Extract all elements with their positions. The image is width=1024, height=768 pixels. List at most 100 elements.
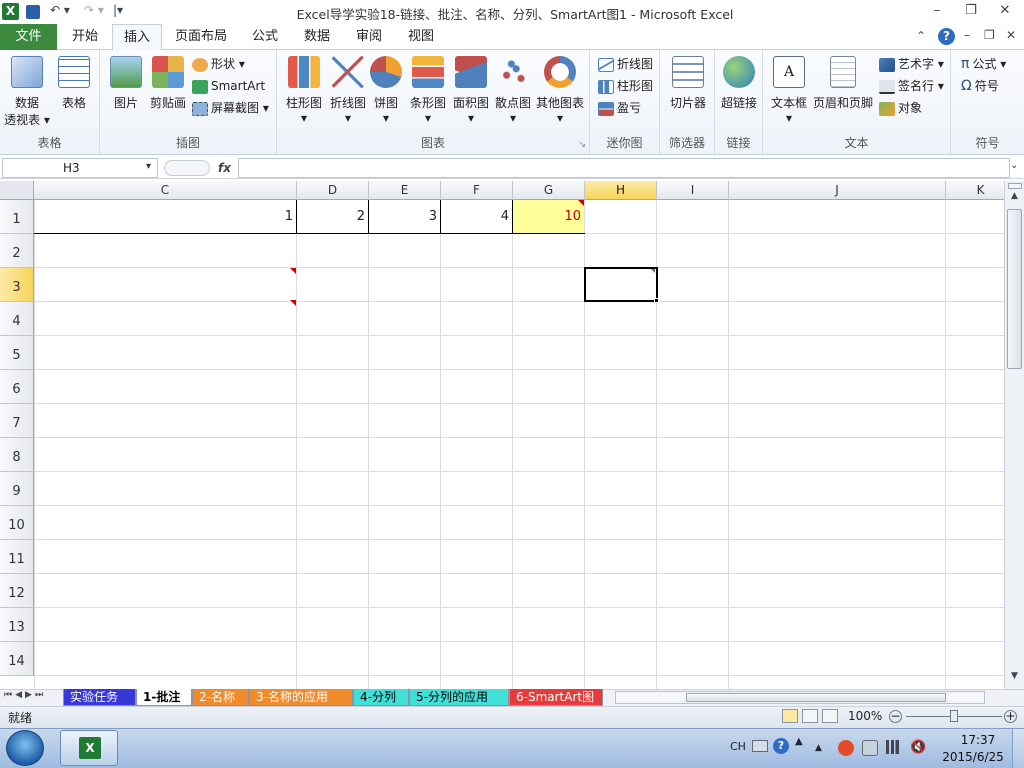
comment-indicator-icon[interactable] (290, 300, 296, 306)
other-charts-button[interactable]: 其他图表 ▾ (533, 54, 587, 125)
dialog-launcher-icon[interactable]: ↘ (578, 140, 586, 150)
column-header-j[interactable]: J (729, 181, 946, 200)
area-chart-button[interactable]: 面积图 ▾ (449, 54, 493, 125)
column-header-g[interactable]: G (513, 181, 585, 200)
column-header-d[interactable]: D (297, 181, 369, 200)
help-icon[interactable]: ? (938, 28, 955, 45)
sheet-tab-5[interactable]: 4-分列 (353, 689, 409, 706)
comment-indicator-icon[interactable] (578, 200, 584, 206)
page-break-view-icon[interactable] (822, 709, 838, 723)
network-tray-icon[interactable] (862, 740, 878, 756)
sheet-nav-icons[interactable]: ⏮◀▶⏭ (4, 690, 46, 700)
cell-d1[interactable]: 2 (297, 200, 368, 233)
row-header-6[interactable]: 6 (0, 370, 34, 404)
clipart-button[interactable]: 剪贴画 (146, 54, 190, 111)
undo-button[interactable]: ↶ ▾ (50, 3, 70, 21)
sheet-tab-4[interactable]: 3-名称的应用 (249, 689, 353, 706)
doc-restore-button[interactable]: ❐ (984, 28, 995, 42)
help-tray-icon[interactable]: ? (773, 738, 789, 754)
select-all-corner[interactable] (0, 181, 34, 200)
pie-chart-button[interactable]: 饼图 ▾ (367, 54, 405, 125)
worksheet-grid[interactable]: C D E F G H I J K 1 2 3 4 5 6 7 8 9 10 1… (0, 181, 1004, 689)
name-box-dropdown-icon[interactable]: ▾ (146, 161, 151, 172)
vertical-scrollbar[interactable]: ▲ ▼ (1004, 181, 1024, 689)
volume-tray-icon[interactable]: 🔇 (910, 740, 926, 756)
pivot-table-button[interactable]: 数据 透视表 ▾ (4, 54, 50, 128)
scroll-down-icon[interactable]: ▼ (1005, 671, 1024, 687)
row-header-2[interactable]: 2 (0, 234, 34, 268)
tab-page-layout[interactable]: 页面布局 (170, 24, 232, 50)
keyboard-icon[interactable] (752, 740, 768, 752)
customize-qat-button[interactable]: |▾ (113, 3, 123, 21)
row-header-10[interactable]: 10 (0, 506, 34, 540)
doc-minimize-button[interactable]: – (964, 28, 970, 42)
cell-f1[interactable]: 4 (441, 200, 512, 233)
hyperlink-button[interactable]: 超链接 (717, 54, 761, 111)
symbol-button[interactable]: Ω 符号 (961, 76, 999, 96)
taskbar-excel-button[interactable]: X (60, 730, 118, 766)
restore-button[interactable]: ❐ (954, 0, 988, 22)
sheet-tab-3[interactable]: 2-名称 (192, 689, 249, 706)
start-button-icon[interactable] (6, 730, 44, 766)
tray-expand-icon[interactable]: ▲ (795, 736, 803, 747)
tab-file[interactable]: 文件 (0, 24, 57, 50)
tab-data[interactable]: 数据 (296, 24, 338, 50)
show-hidden-icons[interactable]: ▲ (815, 743, 822, 753)
row-header-8[interactable]: 8 (0, 438, 34, 472)
tab-review[interactable]: 审阅 (348, 24, 390, 50)
row-header-1[interactable]: 1 (0, 200, 34, 234)
tab-formulas[interactable]: 公式 (244, 24, 286, 50)
zoom-in-icon[interactable]: + (1004, 710, 1017, 723)
sheet-tab-1[interactable]: 实验任务 (63, 689, 136, 706)
row-header-4[interactable]: 4 (0, 302, 34, 336)
bar-chart-button[interactable]: 条形图 ▾ (405, 54, 451, 125)
row-header-13[interactable]: 13 (0, 608, 34, 642)
horizontal-scroll-thumb[interactable] (686, 693, 946, 702)
scatter-chart-button[interactable]: 散点图 ▾ (491, 54, 535, 125)
clock-date[interactable]: 2015/6/25 (940, 750, 1006, 764)
normal-view-icon[interactable] (782, 709, 798, 723)
scroll-up-icon[interactable]: ▲ (1005, 191, 1024, 207)
cell-area[interactable] (34, 200, 1004, 689)
table-button[interactable]: 表格 (52, 54, 96, 111)
row-header-7[interactable]: 7 (0, 404, 34, 438)
sheet-tab-7[interactable]: 6-SmartArt图 (509, 689, 603, 706)
column-header-f[interactable]: F (441, 181, 513, 200)
excel-logo-icon[interactable]: X (2, 3, 19, 20)
column-header-i[interactable]: I (657, 181, 729, 200)
show-desktop-button[interactable] (1012, 729, 1024, 768)
tab-home[interactable]: 开始 (64, 24, 106, 50)
zoom-slider-thumb[interactable] (950, 710, 958, 722)
input-language[interactable]: CH (730, 740, 746, 753)
cell-g1[interactable]: 10 (513, 200, 584, 233)
name-box[interactable]: H3 (2, 158, 158, 178)
wordart-button[interactable]: 艺术字 ▾ (879, 54, 944, 74)
line-chart-button[interactable]: 折线图 ▾ (325, 54, 371, 125)
tab-view[interactable]: 视图 (400, 24, 442, 50)
row-header-5[interactable]: 5 (0, 336, 34, 370)
sheet-tab-2[interactable]: 1-批注 (136, 689, 192, 706)
formula-bar-expand-icon[interactable]: ⌄ (1010, 160, 1018, 171)
column-header-k[interactable]: K (946, 181, 1004, 200)
insert-function-button[interactable]: fx (218, 158, 238, 178)
sparkline-line-button[interactable]: 折线图 (598, 54, 653, 74)
sheet-tab-6[interactable]: 5-分列的应用 (409, 689, 509, 706)
slicer-button[interactable]: 切片器 (664, 54, 712, 111)
textbox-button[interactable]: A 文本框 ▾ (767, 54, 811, 125)
formula-expand-handle[interactable] (164, 160, 210, 176)
header-footer-button[interactable]: 页眉和页脚 (811, 54, 875, 111)
row-header-3[interactable]: 3 (0, 268, 34, 302)
signature-line-button[interactable]: 签名行 ▾ (879, 76, 944, 96)
row-header-11[interactable]: 11 (0, 540, 34, 574)
smartart-button[interactable]: SmartArt (192, 76, 265, 96)
column-chart-button[interactable]: 柱形图 ▾ (281, 54, 327, 125)
fill-handle[interactable] (654, 298, 659, 303)
close-button[interactable]: ✕ (988, 0, 1022, 22)
row-header-9[interactable]: 9 (0, 472, 34, 506)
object-button[interactable]: 对象 (879, 98, 922, 118)
scroll-thumb[interactable] (1007, 209, 1022, 369)
page-layout-view-icon[interactable] (802, 709, 818, 723)
zoom-out-icon[interactable]: − (889, 710, 902, 723)
comment-indicator-icon[interactable] (290, 268, 296, 274)
doc-close-button[interactable]: ✕ (1006, 28, 1016, 42)
